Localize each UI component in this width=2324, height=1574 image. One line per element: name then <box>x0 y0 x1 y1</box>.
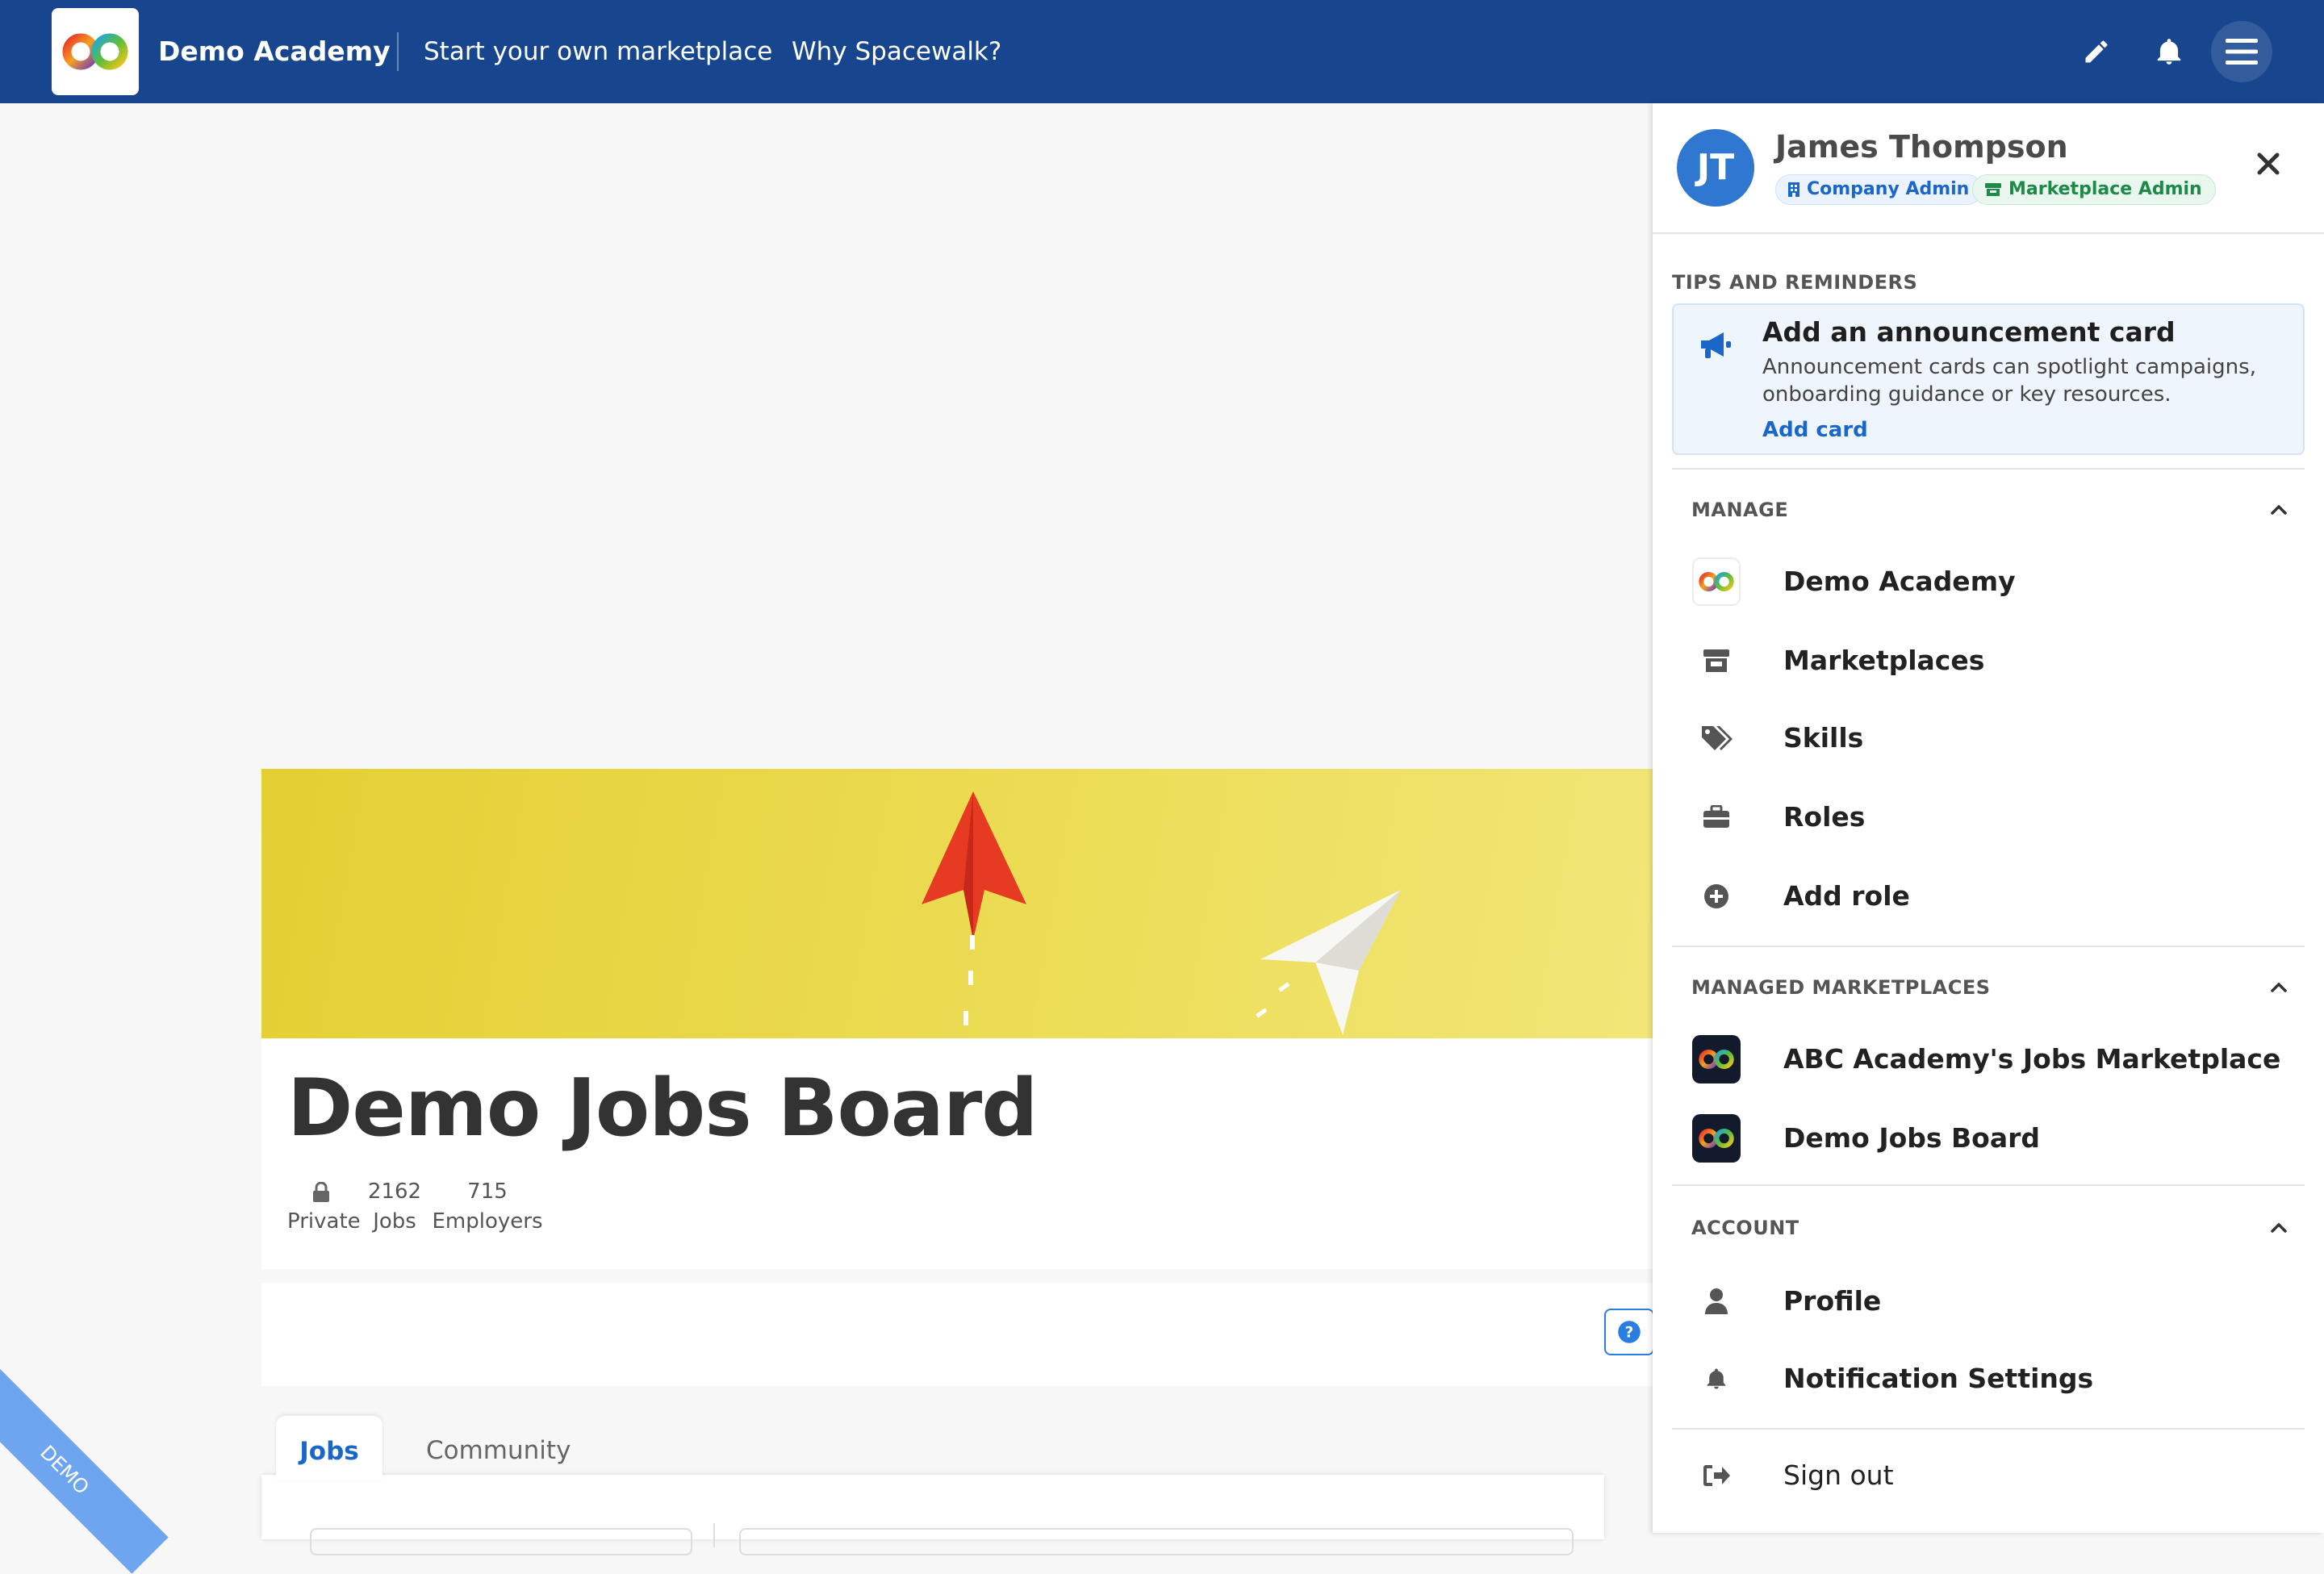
stat-jobs: 2162 Jobs <box>366 1175 423 1234</box>
board-cover-image <box>261 769 1653 1038</box>
menu-item-label: Profile <box>1783 1285 1882 1317</box>
svg-text:?: ? <box>1625 1324 1634 1341</box>
stat-private: Private <box>287 1175 361 1234</box>
infinity-logo-icon <box>62 33 128 70</box>
tab-jobs[interactable]: Jobs <box>276 1416 382 1480</box>
menu-item-label: Demo Academy <box>1783 566 2016 597</box>
divider <box>1672 1184 2305 1186</box>
marketplace-logo-icon <box>1691 1113 1741 1163</box>
tags-icon <box>1691 713 1741 763</box>
stat-jobs-label: Jobs <box>373 1209 416 1234</box>
menu-item-label: Marketplaces <box>1783 645 1985 676</box>
menu-item-profile[interactable]: Profile <box>1672 1265 2305 1338</box>
help-button[interactable]: ? <box>1604 1309 1654 1355</box>
hamburger-menu-button[interactable] <box>2211 21 2272 82</box>
tab-community[interactable]: Community <box>426 1436 571 1465</box>
menu-item-label: Add role <box>1783 880 1910 912</box>
menu-item-demo-academy[interactable]: Demo Academy <box>1672 545 2305 618</box>
store-icon <box>1691 636 1741 686</box>
board-header-card: Demo Jobs Board Private 2162 Jobs 715 Em… <box>261 1038 1653 1269</box>
menu-item-label: Demo Jobs Board <box>1783 1122 2041 1154</box>
top-navbar: Demo Academy Start your own marketplace … <box>0 0 2324 103</box>
menu-item-label: Notification Settings <box>1783 1363 2094 1394</box>
sign-out-icon <box>1691 1451 1741 1501</box>
managed-marketplaces-heading: MANAGED MARKETPLACES <box>1691 976 1991 999</box>
divider <box>1672 468 2305 470</box>
plus-circle-icon <box>1691 871 1741 921</box>
add-card-link[interactable]: Add card <box>1762 418 1868 442</box>
stat-employers-label: Employers <box>432 1209 543 1234</box>
nav-link-start-marketplace[interactable]: Start your own marketplace <box>424 0 772 103</box>
marketplace-admin-label: Marketplace Admin <box>2008 179 2202 199</box>
account-heading: ACCOUNT <box>1691 1217 1799 1239</box>
panel-divider <box>713 1523 715 1547</box>
tips-heading: TIPS AND REMINDERS <box>1672 271 1918 294</box>
menu-item-label: ABC Academy's Jobs Marketplace <box>1783 1043 2281 1075</box>
tab-panel <box>261 1475 1604 1555</box>
building-icon <box>1788 182 1799 197</box>
brand-name[interactable]: Demo Academy <box>158 0 391 103</box>
divider <box>1672 1428 2305 1430</box>
manage-heading: MANAGE <box>1691 499 1789 521</box>
pencil-icon[interactable] <box>2072 27 2121 76</box>
demo-ribbon: DEMO <box>0 1366 169 1574</box>
bell-icon <box>1691 1354 1741 1404</box>
menu-item-roles[interactable]: Roles <box>1672 781 2305 854</box>
hamburger-icon <box>2226 39 2258 65</box>
user-menu-drawer: JT James Thompson Company Admin Marketpl… <box>1653 103 2324 1533</box>
board-title: Demo Jobs Board <box>287 1063 1038 1154</box>
megaphone-icon <box>1701 332 1731 358</box>
user-icon <box>1691 1276 1741 1326</box>
briefcase-icon <box>1691 792 1741 842</box>
tip-description: Announcement cards can spotlight campaig… <box>1762 355 2256 407</box>
divider <box>1653 232 2324 234</box>
divider <box>1672 946 2305 947</box>
menu-item-label: Skills <box>1783 722 1864 754</box>
close-drawer-button[interactable] <box>2250 145 2287 182</box>
question-icon: ? <box>1618 1321 1641 1343</box>
chevron-up-icon[interactable] <box>2268 1217 2290 1239</box>
menu-item-add-role[interactable]: Add role <box>1672 860 2305 933</box>
company-admin-badge: Company Admin <box>1775 174 1983 205</box>
chevron-up-icon[interactable] <box>2268 499 2290 521</box>
brand-logo[interactable] <box>52 8 139 95</box>
bell-icon[interactable] <box>2145 27 2193 76</box>
stat-private-label: Private <box>287 1209 361 1234</box>
menu-item-label: Roles <box>1783 801 1866 833</box>
lock-icon <box>287 1175 355 1208</box>
menu-item-marketplaces[interactable]: Marketplaces <box>1672 624 2305 697</box>
tip-title: Add an announcement card <box>1762 316 2176 348</box>
menu-item-demo-jobs-board[interactable]: Demo Jobs Board <box>1672 1102 2305 1175</box>
nav-link-why-spacewalk[interactable]: Why Spacewalk? <box>792 0 1001 103</box>
sign-out-button[interactable]: Sign out <box>1672 1439 2305 1512</box>
close-icon <box>2257 152 2280 175</box>
menu-item-abc-academy-marketplace[interactable]: ABC Academy's Jobs Marketplace <box>1672 1023 2305 1096</box>
chevron-up-icon[interactable] <box>2268 976 2290 999</box>
demo-academy-logo-icon <box>1691 557 1741 607</box>
store-icon <box>1985 183 2001 196</box>
marketplace-admin-badge: Marketplace Admin <box>1972 174 2216 205</box>
menu-item-label: Sign out <box>1783 1459 1894 1491</box>
filter-box[interactable] <box>310 1528 692 1555</box>
announcement-strip <box>261 1283 1653 1386</box>
announcement-tip-card: Add an announcement card Announcement ca… <box>1672 303 2305 455</box>
user-name: James Thompson <box>1775 129 2068 165</box>
results-box <box>739 1528 1574 1555</box>
avatar: JT <box>1677 129 1754 207</box>
nav-divider <box>397 32 399 71</box>
stat-employers-value: 715 <box>467 1179 508 1204</box>
stat-jobs-value: 2162 <box>367 1179 422 1204</box>
stat-employers: 715 Employers <box>431 1175 544 1234</box>
company-admin-label: Company Admin <box>1807 179 1970 199</box>
marketplace-logo-icon <box>1691 1034 1741 1084</box>
menu-item-skills[interactable]: Skills <box>1672 702 2305 774</box>
menu-item-notification-settings[interactable]: Notification Settings <box>1672 1342 2305 1415</box>
